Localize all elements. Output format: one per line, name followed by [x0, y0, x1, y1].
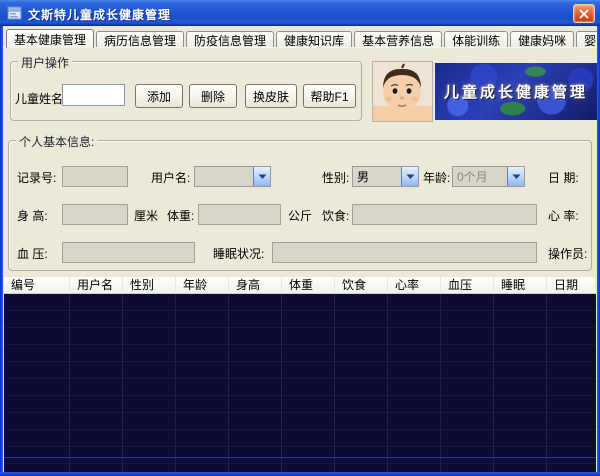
- gender-combo[interactable]: 男: [352, 166, 419, 187]
- column-header[interactable]: 体重: [282, 277, 335, 293]
- chevron-down-icon[interactable]: [401, 167, 418, 186]
- list-column: [547, 294, 596, 472]
- list-column: [335, 294, 388, 472]
- blood-pressure-label: 血 压:: [17, 245, 48, 262]
- diet-label: 饮食:: [322, 207, 349, 224]
- record-table-header: 编号 用户名 性别 年龄 身高 体重 饮食 心率 血压 睡眠 日期: [4, 277, 596, 294]
- banner-text: 儿童成长健康管理: [444, 81, 588, 102]
- personal-info-group-title: 个人基本信息:: [16, 133, 97, 150]
- age-label: 年龄:: [423, 169, 450, 186]
- list-column: [441, 294, 494, 472]
- chevron-down-icon[interactable]: [507, 167, 524, 186]
- tab-physical-training[interactable]: 体能训练: [444, 31, 508, 47]
- baby-photo: [372, 61, 433, 122]
- close-button[interactable]: [573, 4, 595, 23]
- gender-combo-value: 男: [353, 168, 401, 185]
- chevron-down-icon[interactable]: [253, 167, 270, 186]
- age-combo[interactable]: 0个月: [452, 166, 525, 187]
- child-name-label: 儿童姓名:: [15, 90, 66, 107]
- column-header[interactable]: 身高: [229, 277, 282, 293]
- height-input[interactable]: [62, 204, 128, 225]
- column-header[interactable]: 性别: [123, 277, 176, 293]
- window-border-bottom: [0, 472, 600, 476]
- height-label: 身 高:: [17, 207, 48, 224]
- app-icon: [7, 5, 23, 21]
- list-column: [282, 294, 335, 472]
- column-header[interactable]: 日期: [547, 277, 596, 293]
- record-list[interactable]: [4, 294, 596, 472]
- tab-bar: 基本健康管理 病历信息管理 防疫信息管理 健康知识库 基本营养信息 体能训练 健…: [6, 29, 600, 47]
- blood-pressure-input[interactable]: [62, 242, 195, 263]
- username-label: 用户名:: [151, 169, 190, 186]
- column-header[interactable]: 心率: [388, 277, 441, 293]
- list-column: [4, 294, 70, 472]
- diet-input[interactable]: [352, 204, 537, 225]
- app-window: 文斯特儿童成长健康管理 基本健康管理 病历信息管理 防疫信息管理 健康知识库 基…: [0, 0, 600, 476]
- date-label: 日 期:: [548, 169, 579, 186]
- tab-health-knowledge[interactable]: 健康知识库: [276, 31, 352, 47]
- delete-button[interactable]: 删除: [189, 84, 237, 108]
- change-skin-button[interactable]: 换皮肤: [245, 84, 297, 108]
- list-bottom-divider: [4, 457, 596, 458]
- weight-label: 体重:: [167, 207, 194, 224]
- weight-unit-label: 公斤: [288, 207, 312, 224]
- tab-medical-record[interactable]: 病历信息管理: [96, 31, 184, 47]
- column-header[interactable]: 饮食: [335, 277, 388, 293]
- tab-healthy-mom[interactable]: 健康妈咪: [510, 31, 574, 47]
- tab-page-basic-health: 用户操作 儿童姓名: 添加 删除 换皮肤 帮助F1: [3, 47, 597, 472]
- column-header[interactable]: 血压: [441, 277, 494, 293]
- child-name-input[interactable]: [62, 84, 125, 106]
- list-column: [388, 294, 441, 472]
- titlebar[interactable]: 文斯特儿童成长健康管理: [0, 0, 600, 26]
- tab-basic-health[interactable]: 基本健康管理: [6, 29, 94, 48]
- username-combo[interactable]: [194, 166, 271, 187]
- app-banner: 儿童成长健康管理: [435, 63, 597, 120]
- list-column: [123, 294, 176, 472]
- column-header[interactable]: 用户名: [70, 277, 123, 293]
- list-column: [70, 294, 123, 472]
- height-unit-label: 厘米: [134, 207, 158, 224]
- age-combo-value: 0个月: [453, 168, 507, 185]
- heart-rate-label: 心 率:: [548, 207, 579, 224]
- sleep-status-label: 睡眠状况:: [213, 245, 264, 262]
- tab-vaccine-info[interactable]: 防疫信息管理: [186, 31, 274, 47]
- column-header[interactable]: 睡眠: [494, 277, 547, 293]
- window-border-left: [0, 26, 3, 476]
- operator-label: 操作员:: [548, 245, 587, 262]
- sleep-status-input[interactable]: [272, 242, 537, 263]
- tab-nutrition-info[interactable]: 基本营养信息: [354, 31, 442, 47]
- record-no-input[interactable]: [62, 166, 128, 187]
- list-column: [494, 294, 547, 472]
- column-header[interactable]: 年龄: [176, 277, 229, 293]
- record-no-label: 记录号:: [17, 169, 56, 186]
- add-button[interactable]: 添加: [135, 84, 183, 108]
- weight-input[interactable]: [198, 204, 281, 225]
- list-column: [176, 294, 229, 472]
- column-header[interactable]: 编号: [4, 277, 70, 293]
- list-column: [229, 294, 282, 472]
- gender-label: 性别:: [322, 169, 349, 186]
- help-button[interactable]: 帮助F1: [303, 84, 356, 108]
- window-title: 文斯特儿童成长健康管理: [28, 6, 171, 23]
- user-operations-group-title: 用户操作: [18, 54, 72, 71]
